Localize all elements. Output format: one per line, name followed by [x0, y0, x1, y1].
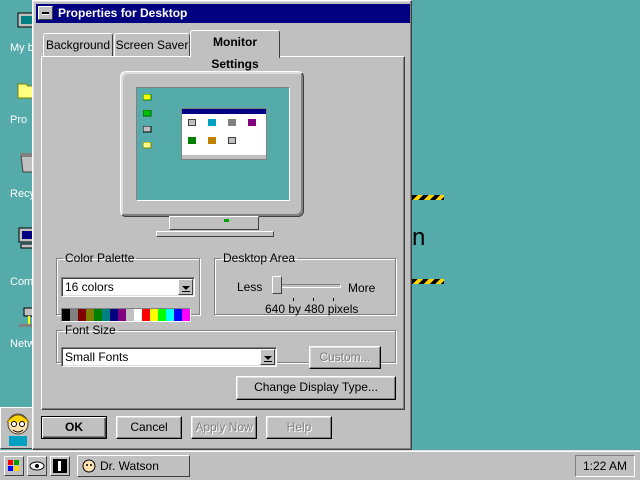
mini-desktop-icon	[143, 126, 152, 133]
color-swatch	[142, 309, 150, 321]
tab-monitor-settings[interactable]: Monitor Settings	[190, 30, 280, 71]
dr-watson-icon	[82, 459, 96, 473]
color-swatch	[174, 309, 182, 321]
windows-flag-icon	[8, 460, 19, 471]
monitor-foot	[156, 231, 274, 237]
desktop-icon-label: Pro	[10, 114, 28, 126]
tab-background[interactable]: Background	[43, 33, 113, 57]
mini-window-statusbar	[182, 155, 266, 159]
color-swatch	[86, 309, 94, 321]
slider-tick	[333, 298, 334, 301]
custom-font-button[interactable]: Custom...	[309, 346, 381, 369]
monitor-preview	[120, 71, 304, 217]
color-swatch	[118, 309, 126, 321]
power-led-icon	[224, 219, 229, 222]
desktop-area-label: Desktop Area	[223, 251, 296, 265]
color-palette-value: 16 colors	[65, 280, 114, 294]
color-swatch	[134, 309, 142, 321]
slider-tick	[313, 298, 314, 301]
background-stripe	[412, 279, 444, 284]
eye-icon	[29, 461, 45, 471]
mini-window-icon	[188, 119, 196, 126]
change-display-type-button[interactable]: Change Display Type...	[236, 376, 396, 400]
color-swatch-strip	[61, 308, 191, 322]
desktop-icon-label: My b	[10, 42, 34, 54]
dropdown-arrow-icon[interactable]	[178, 279, 193, 295]
mini-window-icon	[248, 119, 256, 126]
font-size-value: Small Fonts	[65, 350, 129, 364]
slider-tick	[293, 298, 294, 301]
resolution-text: 640 by 480 pixels	[265, 302, 359, 316]
properties-dialog: Properties for Desktop Background Screen…	[32, 0, 412, 450]
font-size-select[interactable]: Small Fonts	[61, 347, 277, 367]
taskbar-quick-icon-1[interactable]	[4, 456, 24, 476]
font-size-label: Font Size	[65, 323, 116, 337]
font-size-group: Font Size Small Fonts Custom...	[56, 323, 396, 369]
color-swatch	[94, 309, 102, 321]
taskbar-clock: 1:22 AM	[575, 455, 635, 477]
tab-label: Screen Saver	[115, 38, 189, 52]
color-swatch	[78, 309, 86, 321]
mini-window-titlebar	[182, 109, 266, 114]
color-palette-group: Color Palette 16 colors	[56, 251, 200, 322]
slider-less-label: Less	[237, 280, 263, 294]
color-swatch	[110, 309, 118, 321]
color-swatch	[126, 309, 134, 321]
ok-button[interactable]: OK	[41, 416, 107, 439]
resolution-slider-thumb[interactable]	[272, 276, 282, 294]
assistant-character-icon[interactable]	[0, 407, 36, 449]
color-swatch	[182, 309, 190, 321]
color-swatch	[62, 309, 70, 321]
mini-desktop-icon	[143, 94, 152, 101]
desktop-area-group: Desktop Area Less More 640 by 480 pixels	[214, 251, 396, 316]
tab-label: Monitor Settings	[211, 35, 259, 71]
background-text: n	[412, 224, 426, 251]
mini-desktop-icon	[143, 142, 152, 149]
taskbar-quick-icon-2[interactable]	[27, 456, 47, 476]
tab-label: Background	[45, 38, 111, 52]
help-button[interactable]: Help	[266, 416, 332, 439]
color-swatch	[150, 309, 158, 321]
color-swatch	[158, 309, 166, 321]
dropdown-arrow-icon[interactable]	[260, 349, 275, 365]
monitor-base	[169, 216, 259, 230]
info-icon	[53, 459, 67, 473]
tab-screen-saver[interactable]: Screen Saver	[114, 33, 190, 57]
color-swatch	[70, 309, 78, 321]
color-swatch	[102, 309, 110, 321]
apply-now-button[interactable]: Apply Now	[191, 416, 257, 439]
title-bar[interactable]: Properties for Desktop	[36, 4, 410, 23]
slider-more-label: More	[348, 281, 376, 295]
color-swatch	[166, 309, 174, 321]
monitor-screen	[136, 87, 290, 201]
color-palette-label: Color Palette	[65, 251, 135, 265]
taskbar: Dr. Watson 1:22 AM	[0, 450, 640, 480]
taskbar-button-label: Dr. Watson	[100, 459, 159, 473]
mini-window-icon	[208, 119, 216, 126]
dialog-title: Properties for Desktop	[58, 6, 188, 20]
background-stripe	[412, 195, 444, 200]
resolution-slider-track[interactable]	[273, 284, 341, 288]
color-palette-select[interactable]: 16 colors	[61, 277, 195, 297]
taskbar-quick-icon-3[interactable]	[50, 456, 70, 476]
taskbar-button-dr-watson[interactable]: Dr. Watson	[77, 455, 190, 477]
mini-window-icon	[228, 137, 236, 144]
mini-window	[181, 108, 267, 160]
system-menu-icon[interactable]	[38, 6, 53, 20]
mini-window-icon	[188, 137, 196, 144]
mini-window-icon	[228, 119, 236, 126]
mini-window-icon	[208, 137, 216, 144]
dr-watson-icon	[6, 413, 30, 446]
cancel-button[interactable]: Cancel	[116, 416, 182, 439]
tab-panel: Color Palette 16 colors Desktop Area Les…	[41, 56, 405, 410]
mini-desktop-icon	[143, 110, 152, 117]
